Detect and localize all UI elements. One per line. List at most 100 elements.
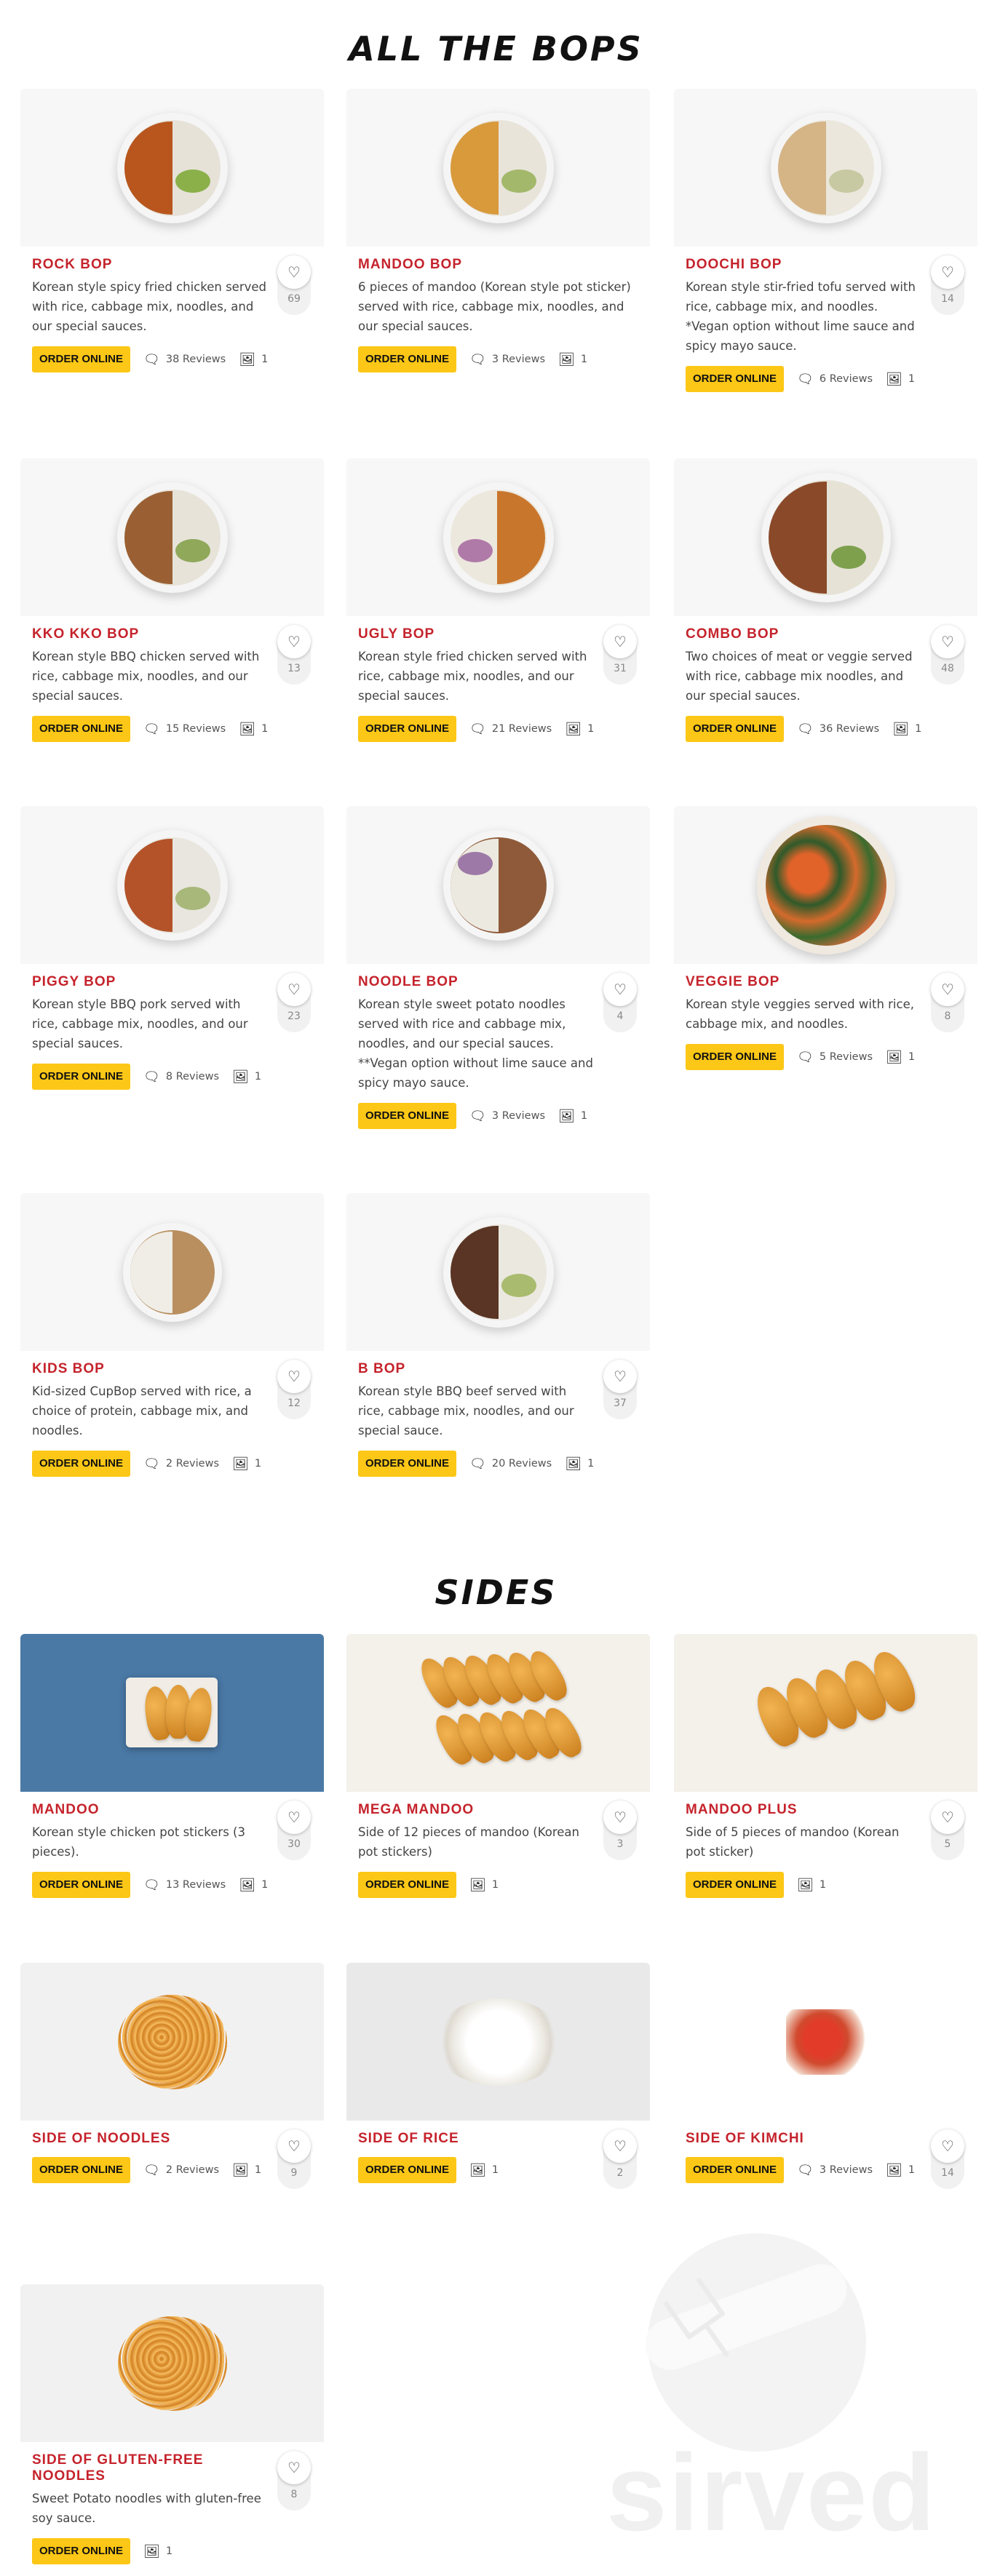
like-widget[interactable]: ♡ 8 [277,2451,311,2511]
like-widget[interactable]: ♡ 31 [603,625,637,685]
heart-icon[interactable]: ♡ [603,2129,637,2163]
like-widget[interactable]: ♡ 12 [277,1360,311,1419]
photos-link[interactable]: 🖼 1 [469,2163,499,2178]
reviews-link[interactable]: 🗨 38 Reviews [143,352,226,367]
photos-link[interactable]: 🖼 1 [232,1456,261,1472]
like-widget[interactable]: ♡ 14 [931,255,964,315]
side-of-rice-photo[interactable] [346,1963,650,2121]
order-online-button[interactable]: ORDER ONLINE [358,716,457,742]
photos-link[interactable]: 🖼 1 [565,1456,594,1472]
heart-icon[interactable]: ♡ [603,973,637,1006]
reviews-link[interactable]: 🗨 21 Reviews [469,722,552,737]
reviews-link[interactable]: 🗨 3 Reviews [469,1109,545,1124]
like-widget[interactable]: ♡ 4 [603,973,637,1032]
order-online-button[interactable]: ORDER ONLINE [358,1872,457,1898]
heart-icon[interactable]: ♡ [277,255,311,289]
side-of-noodles-photo[interactable] [20,1963,324,2121]
gluten-free-noodles-photo[interactable] [20,2284,324,2442]
heart-icon[interactable]: ♡ [931,625,964,658]
heart-icon[interactable]: ♡ [277,2129,311,2163]
order-online-button[interactable]: ORDER ONLINE [358,1103,457,1129]
heart-icon[interactable]: ♡ [931,255,964,289]
order-online-button[interactable]: ORDER ONLINE [32,2157,131,2183]
photos-link[interactable]: 🖼 1 [892,722,921,737]
heart-icon[interactable]: ♡ [277,1801,311,1834]
like-widget[interactable]: ♡ 23 [277,973,311,1032]
heart-icon[interactable]: ♡ [603,1360,637,1393]
reviews-link[interactable]: 🗨 36 Reviews [797,722,879,737]
heart-icon[interactable]: ♡ [277,2451,311,2484]
order-online-button[interactable]: ORDER ONLINE [32,1872,131,1898]
b-bop-photo[interactable] [346,1193,650,1351]
photos-link[interactable]: 🖼 1 [797,1878,826,1893]
heart-icon[interactable]: ♡ [277,625,311,658]
photos-link[interactable]: 🖼 1 [239,722,268,737]
mandoo-bop-photo[interactable] [346,89,650,247]
piggy-bop-photo[interactable] [20,806,324,964]
reviews-link[interactable]: 🗨 2 Reviews [143,2163,219,2178]
like-widget[interactable]: ♡ 2 [603,2129,637,2189]
photos-link[interactable]: 🖼 1 [232,1069,261,1085]
like-widget[interactable]: ♡ 69 [277,255,311,315]
like-widget[interactable]: ♡ 13 [277,625,311,685]
like-widget[interactable]: ♡ 8 [931,973,964,1032]
reviews-link[interactable]: 🗨 6 Reviews [797,372,873,387]
order-online-button[interactable]: ORDER ONLINE [358,346,457,372]
photos-link[interactable]: 🖼 1 [558,1109,587,1124]
photos-link[interactable]: 🖼 1 [469,1878,499,1893]
kko-kko-bop-photo[interactable] [20,458,324,616]
reviews-link[interactable]: 🗨 5 Reviews [797,1050,873,1065]
order-online-button[interactable]: ORDER ONLINE [686,2157,785,2183]
like-widget[interactable]: ♡ 5 [931,1801,964,1860]
doochi-bop-photo[interactable] [674,89,977,247]
order-online-button[interactable]: ORDER ONLINE [686,716,785,742]
heart-icon[interactable]: ♡ [931,1801,964,1834]
reviews-link[interactable]: 🗨 3 Reviews [469,352,545,367]
order-online-button[interactable]: ORDER ONLINE [32,1451,131,1477]
like-widget[interactable]: ♡ 14 [931,2129,964,2189]
heart-icon[interactable]: ♡ [277,973,311,1006]
mandoo-plus-photo[interactable] [674,1634,977,1792]
order-online-button[interactable]: ORDER ONLINE [32,2538,131,2564]
veggie-bop-photo[interactable] [674,806,977,964]
reviews-link[interactable]: 🗨 3 Reviews [797,2163,873,2178]
combo-bop-photo[interactable] [674,458,977,616]
reviews-link[interactable]: 🗨 2 Reviews [143,1456,219,1472]
photos-link[interactable]: 🖼 1 [886,1050,915,1065]
like-widget[interactable]: ♡ 30 [277,1801,311,1860]
like-widget[interactable]: ♡ 37 [603,1360,637,1419]
heart-icon[interactable]: ♡ [931,973,964,1006]
photos-link[interactable]: 🖼 1 [558,352,587,367]
reviews-link[interactable]: 🗨 8 Reviews [143,1069,219,1085]
noodle-bop-photo[interactable] [346,806,650,964]
reviews-link[interactable]: 🗨 20 Reviews [469,1456,552,1472]
photos-link[interactable]: 🖼 1 [232,2163,261,2178]
photos-link[interactable]: 🖼 1 [239,352,268,367]
photos-link[interactable]: 🖼 1 [239,1878,268,1893]
photos-link[interactable]: 🖼 1 [565,722,594,737]
side-of-kimchi-photo[interactable] [674,1963,977,2121]
heart-icon[interactable]: ♡ [603,1801,637,1834]
heart-icon[interactable]: ♡ [931,2129,964,2163]
order-online-button[interactable]: ORDER ONLINE [686,1044,785,1070]
ugly-bop-photo[interactable] [346,458,650,616]
photos-link[interactable]: 🖼 1 [143,2544,172,2559]
reviews-link[interactable]: 🗨 15 Reviews [143,722,226,737]
like-widget[interactable]: ♡ 48 [931,625,964,685]
order-online-button[interactable]: ORDER ONLINE [686,1872,785,1898]
order-online-button[interactable]: ORDER ONLINE [358,1451,457,1477]
like-widget[interactable]: ♡ 9 [277,2129,311,2189]
order-online-button[interactable]: ORDER ONLINE [32,1064,131,1090]
order-online-button[interactable]: ORDER ONLINE [32,716,131,742]
mega-mandoo-photo[interactable] [346,1634,650,1792]
reviews-link[interactable]: 🗨 13 Reviews [143,1878,226,1893]
like-widget[interactable]: ♡ 3 [603,1801,637,1860]
rock-bop-photo[interactable] [20,89,324,247]
kids-bop-photo[interactable] [20,1193,324,1351]
order-online-button[interactable]: ORDER ONLINE [358,2157,457,2183]
mandoo-photo[interactable] [20,1634,324,1792]
photos-link[interactable]: 🖼 1 [886,2163,915,2178]
photos-link[interactable]: 🖼 1 [886,372,915,387]
order-online-button[interactable]: ORDER ONLINE [686,366,785,392]
order-online-button[interactable]: ORDER ONLINE [32,346,131,372]
